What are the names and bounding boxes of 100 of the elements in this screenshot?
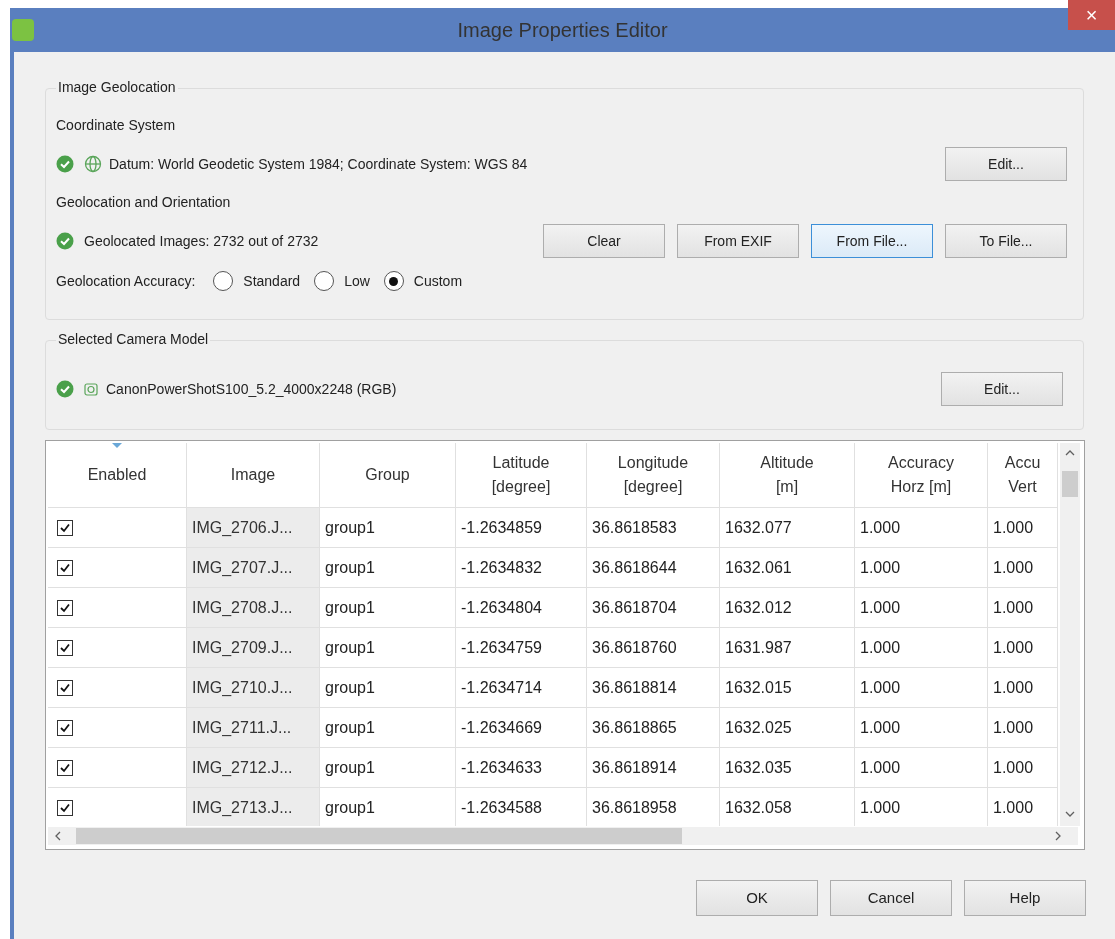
table-cell-text: 1.000 (860, 557, 901, 578)
table-cell-text: 1.000 (993, 557, 1034, 578)
dialog-button[interactable]: Help (964, 880, 1086, 916)
table-cell-text: -1.2634633 (461, 757, 542, 778)
table-cell-text: 1632.012 (725, 597, 792, 618)
table-cell-text: 1632.058 (725, 797, 792, 818)
table-cell-text: 36.8618914 (592, 757, 677, 778)
table-cell-text: 36.8618814 (592, 677, 677, 698)
table-cell-text: 1.000 (860, 677, 901, 698)
table-cell-text: 36.8618865 (592, 717, 677, 738)
window-title: Image Properties Editor (457, 18, 668, 43)
table-cell-text: 1.000 (993, 597, 1034, 618)
table-cell-text: 1.000 (993, 637, 1034, 658)
checkbox[interactable] (57, 599, 73, 616)
table-cell-text: group1 (325, 717, 375, 738)
column-header[interactable]: Accuracy Horz [m] (888, 451, 954, 499)
accuracy-label: Geolocation Accuracy: (56, 271, 196, 291)
table-cell-text: 1.000 (860, 597, 901, 618)
horizontal-scrollbar[interactable] (48, 827, 1078, 845)
section-heading: Coordinate System (56, 116, 177, 135)
radio-option[interactable]: Low (314, 270, 370, 292)
table-cell-text: -1.2634832 (461, 557, 542, 578)
action-button[interactable]: Clear (543, 224, 665, 258)
table-cell-text: group1 (325, 557, 375, 578)
radio-option[interactable]: Standard (213, 270, 301, 292)
dialog-button[interactable]: Cancel (830, 880, 952, 916)
table-cell-text: 1.000 (860, 717, 901, 738)
vertical-scrollbar[interactable] (1060, 443, 1080, 826)
edit-button[interactable]: Edit... (941, 372, 1063, 406)
table-cell-text: IMG_2713.J... (192, 797, 293, 818)
table-cell-text: 1.000 (860, 637, 901, 658)
column-header[interactable]: Accu Vert (1004, 451, 1041, 499)
camera-icon (84, 382, 98, 396)
table-cell-text: IMG_2712.J... (192, 757, 293, 778)
table-cell-text: group1 (325, 637, 375, 658)
geolocated-images-text: Geolocated Images: 2732 out of 2732 (84, 231, 319, 251)
column-header[interactable]: Latitude [degree] (491, 451, 551, 499)
table-cell-text: group1 (325, 597, 375, 618)
table-cell-text: group1 (325, 517, 375, 538)
table-cell-text: IMG_2709.J... (192, 637, 293, 658)
table-cell-text: 1.000 (993, 757, 1034, 778)
table-cell-text: -1.2634759 (461, 637, 542, 658)
column-header[interactable]: Group (365, 463, 410, 487)
table-cell-text: 1632.025 (725, 717, 792, 738)
coordinate-system-text: Datum: World Geodetic System 1984; Coordinate System: WGS 84 (109, 154, 528, 174)
sort-indicator-icon (112, 443, 122, 448)
action-button[interactable]: From EXIF (677, 224, 799, 258)
table-cell-text: 1632.061 (725, 557, 792, 578)
table-cell-text: 36.8618583 (592, 517, 677, 538)
app-icon (12, 19, 34, 41)
dialog-button[interactable]: OK (696, 880, 818, 916)
close-button[interactable]: × (1068, 0, 1115, 30)
table-cell-text: group1 (325, 797, 375, 818)
table-cell-text: 36.8618704 (592, 597, 677, 618)
table-cell-text: group1 (325, 677, 375, 698)
radio-option[interactable]: Custom (383, 270, 463, 292)
edit-button[interactable]: Edit... (945, 147, 1067, 181)
table-cell-text: 36.8618644 (592, 557, 677, 578)
table-cell-text: IMG_2710.J... (192, 677, 293, 698)
action-button[interactable]: From File... (811, 224, 933, 258)
table-cell-text: IMG_2707.J... (192, 557, 293, 578)
table-cell-text: 1632.035 (725, 757, 792, 778)
table-cell-text: 36.8618760 (592, 637, 677, 658)
table-cell-text: 36.8618958 (592, 797, 677, 818)
table-cell-text: -1.2634588 (461, 797, 542, 818)
globe-icon (84, 155, 102, 173)
column-header[interactable]: Enabled (87, 463, 147, 487)
table-cell-text: -1.2634714 (461, 677, 542, 698)
table-cell-text: 1632.015 (725, 677, 792, 698)
table-cell-text: 1632.077 (725, 517, 792, 538)
table-cell-text: 1631.987 (725, 637, 792, 658)
checkbox[interactable] (57, 639, 73, 656)
table-cell-text: 1.000 (993, 677, 1034, 698)
checkbox[interactable] (57, 679, 73, 696)
checkbox[interactable] (57, 719, 73, 736)
table-cell-text: 1.000 (860, 797, 901, 818)
checkbox[interactable] (57, 559, 73, 576)
table-cell-text: 1.000 (993, 517, 1034, 538)
scroll-thumb[interactable] (1062, 471, 1078, 497)
table-cell-text: group1 (325, 757, 375, 778)
column-header[interactable]: Longitude [degree] (617, 451, 689, 499)
table-cell-text: 1.000 (860, 517, 901, 538)
table-cell-text: -1.2634669 (461, 717, 542, 738)
column-header[interactable]: Image (230, 463, 276, 487)
table-cell-text: IMG_2706.J... (192, 517, 293, 538)
checkbox[interactable] (57, 799, 73, 816)
checkbox[interactable] (57, 519, 73, 536)
action-button[interactable]: To File... (945, 224, 1067, 258)
table-cell-text: 1.000 (860, 757, 901, 778)
camera-model-text: CanonPowerShotS100_5.2_4000x2248 (RGB) (106, 379, 397, 399)
scroll-thumb[interactable] (76, 828, 682, 844)
table-cell-text: IMG_2711.J... (192, 717, 292, 738)
table-cell-text: -1.2634859 (461, 517, 542, 538)
table-cell-text: IMG_2708.J... (192, 597, 293, 618)
table-cell-text: -1.2634804 (461, 597, 542, 618)
section-heading: Geolocation and Orientation (56, 193, 232, 212)
table-cell-text: 1.000 (993, 797, 1034, 818)
checkbox[interactable] (57, 759, 73, 776)
table-cell-text: 1.000 (993, 717, 1034, 738)
column-header[interactable]: Altitude [m] (760, 451, 814, 499)
